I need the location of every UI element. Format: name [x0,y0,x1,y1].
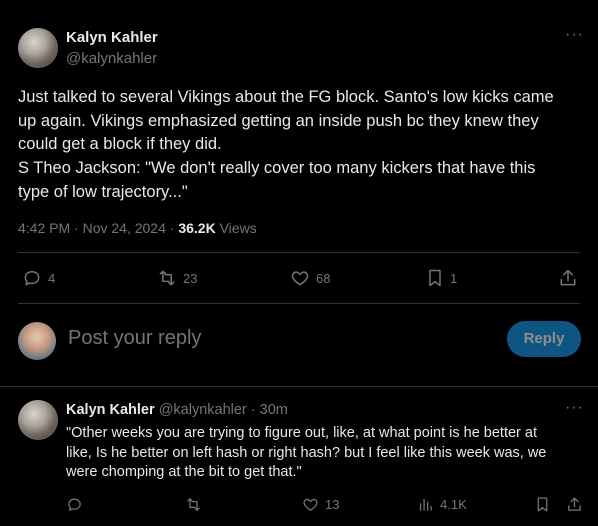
reply-text: "Other weeks you are trying to figure ou… [66,424,591,483]
views-label: Views [219,220,257,236]
views-icon [417,496,434,513]
post-text: Just talked to several Vikings about the… [18,86,588,205]
like-count: 68 [316,270,331,286]
reply-share-action[interactable] [566,496,583,513]
share-icon [558,268,578,288]
reply-like-count: 13 [325,497,340,512]
divider [18,252,580,253]
user-avatar[interactable] [18,322,56,360]
bookmark-icon [426,268,444,288]
post-date[interactable]: Nov 24, 2024 [83,220,166,236]
post-text-line: up again. Vikings emphasized getting an … [18,111,539,130]
repost-count: 23 [183,270,198,286]
reply-input[interactable]: Post your reply [68,327,488,350]
reply-count: 4 [48,270,56,286]
reply-age[interactable]: 30m [260,402,288,418]
post-text-line: type of low trajectory..." [18,182,188,201]
post-text-line: S Theo Jackson: "We don't really cover t… [18,159,536,178]
author-handle[interactable]: @kalynkahler [66,50,157,67]
repost-icon [185,496,202,513]
repost-action[interactable]: 23 [157,268,197,288]
post-text-line: could get a block if they did. [18,135,222,154]
reply-bookmark-action[interactable] [535,496,550,513]
reply-views-count: 4.1K [440,497,467,512]
reply-header: Kalyn Kahler @kalynkahler · 30m [66,402,288,418]
reply-text-line: were chomping at the bit to get that." [66,464,302,480]
reply-icon [66,496,83,513]
bookmark-count: 1 [450,270,458,286]
reply-sep: · [250,402,256,418]
more-icon[interactable]: ··· [565,26,584,44]
reply-repost-action[interactable] [185,496,202,513]
reply-more-icon[interactable]: ··· [565,399,584,417]
reply-button[interactable]: Reply [507,321,581,357]
reply-like-action[interactable]: 13 [302,496,339,513]
reply-icon [22,268,42,288]
reply-reply-action[interactable] [66,496,83,513]
meta-sep: · [74,220,79,236]
reply-action[interactable]: 4 [22,268,55,288]
reply-views-action[interactable]: 4.1K [417,496,467,513]
like-action[interactable]: 68 [290,268,330,288]
post-time[interactable]: 4:42 PM [18,220,70,236]
reply-text-line: like, Is he better on left hash or right… [66,444,547,461]
repost-icon [157,268,177,288]
like-icon [290,268,310,288]
bookmark-icon [535,496,550,513]
bookmark-action[interactable]: 1 [426,268,457,288]
author-name[interactable]: Kalyn Kahler [66,29,158,46]
reply-author-avatar[interactable] [18,400,58,440]
reply-text-line: "Other weeks you are trying to figure ou… [66,425,538,441]
post-text-line: Just talked to several Vikings about the… [18,88,554,106]
like-icon [302,496,319,513]
share-icon [566,496,583,513]
meta-sep: · [169,220,175,236]
reply-author-name[interactable]: Kalyn Kahler [66,402,155,418]
reply-author-handle[interactable]: @kalynkahler [159,402,247,418]
author-avatar[interactable] [18,28,58,68]
divider [18,303,580,304]
share-action[interactable] [558,268,578,288]
views-count: 36.2K [178,220,216,236]
divider [0,386,598,387]
post-meta: 4:42 PM · Nov 24, 2024 · 36.2K Views [18,220,257,236]
